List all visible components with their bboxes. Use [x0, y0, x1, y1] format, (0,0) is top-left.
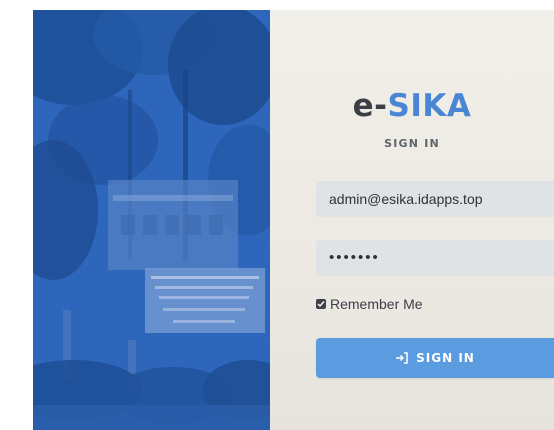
app-logo-title: e-SIKA — [270, 88, 554, 124]
form-subtitle: SIGN IN — [384, 137, 440, 150]
background-photo — [33, 10, 270, 430]
remember-me-checkbox[interactable] — [316, 299, 326, 309]
email-field[interactable]: admin@esika.idapps.top — [316, 181, 554, 217]
brand-prefix: e- — [352, 88, 388, 124]
brand-accent: SIKA — [387, 88, 472, 124]
login-window: e-SIKA SIGN IN admin@esika.idapps.top ••… — [33, 10, 554, 430]
remember-me[interactable]: Remember Me — [316, 295, 423, 313]
checkmark-icon — [317, 301, 325, 308]
sign-in-button-label: SIGN IN — [416, 351, 475, 365]
password-field[interactable]: ••••••• — [316, 240, 554, 276]
login-form-panel: e-SIKA SIGN IN admin@esika.idapps.top ••… — [270, 10, 554, 430]
sign-in-button[interactable]: SIGN IN — [316, 338, 554, 378]
remember-me-label: Remember Me — [330, 296, 423, 312]
campus-building-illustration — [33, 10, 270, 430]
sign-in-icon — [396, 352, 408, 364]
